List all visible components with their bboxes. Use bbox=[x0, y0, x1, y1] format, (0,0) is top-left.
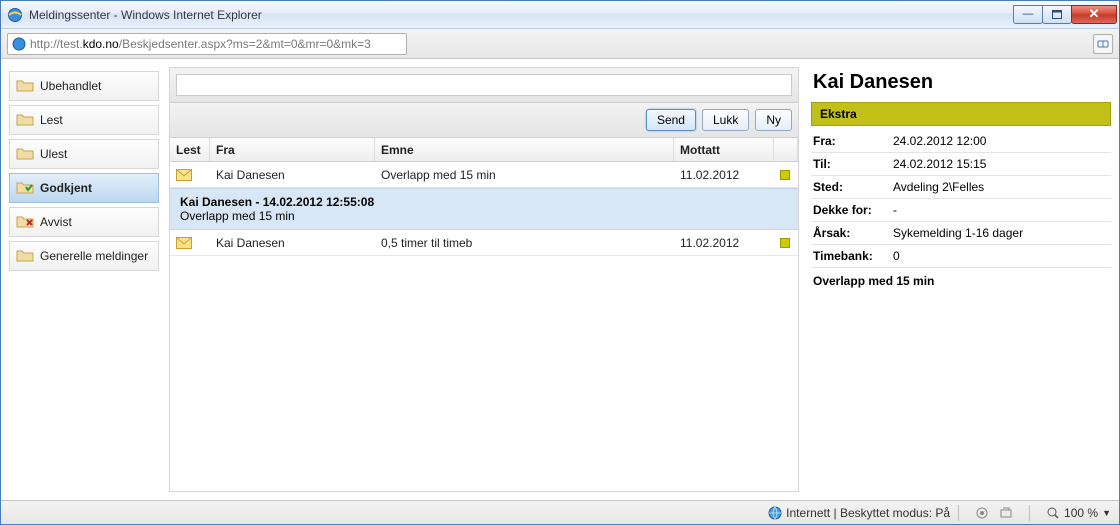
zone-text: Internett | Beskyttet modus: På bbox=[786, 506, 950, 520]
col-fra[interactable]: Fra bbox=[210, 138, 375, 161]
sidebar-item-lest[interactable]: Lest bbox=[9, 105, 159, 135]
message-grid: Lest Fra Emne Mottatt Kai Danesen Overla… bbox=[170, 138, 798, 256]
fra-label: Fra: bbox=[813, 134, 893, 148]
message-list-panel: Send Lukk Ny Lest Fra Emne Mottatt Kai D… bbox=[169, 67, 799, 492]
detail-header: Kai Danesen - 14.02.2012 12:55:08 bbox=[180, 195, 788, 209]
col-mottatt[interactable]: Mottatt bbox=[674, 138, 774, 161]
page-content: Ubehandlet Lest Ulest Godkjent Avvist Ge… bbox=[1, 59, 1119, 500]
chevron-down-icon: ▼ bbox=[1102, 508, 1111, 518]
sidebar-item-label: Lest bbox=[40, 113, 63, 127]
til-value: 24.02.2012 15:15 bbox=[893, 157, 986, 171]
sidebar-item-generelle[interactable]: Generelle meldinger bbox=[9, 241, 159, 271]
window-buttons: — ✕ bbox=[1014, 5, 1117, 24]
arsak-value: Sykemelding 1-16 dager bbox=[893, 226, 1023, 240]
folder-reject-icon bbox=[16, 215, 34, 229]
sidebar-item-ulest[interactable]: Ulest bbox=[9, 139, 159, 169]
address-bar: http://test.kdo.no/Beskjedsenter.aspx?ms… bbox=[1, 29, 1119, 59]
folder-icon bbox=[16, 147, 34, 161]
ie-favicon bbox=[7, 7, 23, 23]
message-row[interactable]: Kai Danesen 0,5 timer til timeb 11.02.20… bbox=[170, 230, 798, 256]
folder-icon bbox=[16, 79, 34, 93]
arsak-label: Årsak: bbox=[813, 226, 893, 240]
sidebar-item-label: Avvist bbox=[40, 215, 72, 229]
row-mottatt: 11.02.2012 bbox=[674, 236, 774, 250]
page-icon bbox=[12, 37, 26, 51]
sidebar-item-godkjent[interactable]: Godkjent bbox=[9, 173, 159, 203]
detail-panel: Kai Danesen Ekstra Fra:24.02.2012 12:00 … bbox=[811, 67, 1111, 492]
col-emne[interactable]: Emne bbox=[375, 138, 674, 161]
sidebar-item-label: Generelle meldinger bbox=[40, 249, 148, 263]
zoom-control[interactable]: 100 % ▼ bbox=[1038, 506, 1119, 520]
sted-label: Sted: bbox=[813, 180, 893, 194]
minimize-button[interactable]: — bbox=[1013, 5, 1043, 24]
sidebar-item-ubehandlet[interactable]: Ubehandlet bbox=[9, 71, 159, 101]
close-button[interactable]: ✕ bbox=[1071, 5, 1117, 24]
detail-extra: Overlapp med 15 min bbox=[811, 268, 1111, 294]
sted-value: Avdeling 2\Felles bbox=[893, 180, 984, 194]
detail-title: Kai Danesen bbox=[811, 67, 1111, 102]
action-buttons: Send Lukk Ny bbox=[170, 103, 798, 138]
message-row[interactable]: Kai Danesen Overlapp med 15 min 11.02.20… bbox=[170, 162, 798, 188]
fra-value: 24.02.2012 12:00 bbox=[893, 134, 986, 148]
grid-header: Lest Fra Emne Mottatt bbox=[170, 138, 798, 162]
sidebar-item-label: Ubehandlet bbox=[40, 79, 101, 93]
row-mottatt: 11.02.2012 bbox=[674, 168, 774, 182]
titlebar: Meldingssenter - Windows Internet Explor… bbox=[1, 1, 1119, 29]
dekke-value: - bbox=[893, 203, 897, 217]
globe-icon bbox=[768, 506, 782, 520]
sidebar-item-label: Ulest bbox=[40, 147, 67, 161]
sidebar-item-label: Godkjent bbox=[40, 181, 92, 195]
dekke-label: Dekke for: bbox=[813, 203, 893, 217]
col-flag bbox=[774, 138, 798, 161]
detail-banner: Ekstra bbox=[811, 102, 1111, 126]
url-path: /Beskjedsenter.aspx?ms=2&mt=0&mr=0&mk=3 bbox=[119, 37, 371, 51]
popup-blocker-icon[interactable] bbox=[999, 506, 1013, 520]
url-display[interactable]: http://test.kdo.no/Beskjedsenter.aspx?ms… bbox=[7, 33, 407, 55]
send-button[interactable]: Send bbox=[646, 109, 696, 131]
row-fra: Kai Danesen bbox=[210, 168, 375, 182]
status-bar: Internett | Beskyttet modus: På 100 % ▼ bbox=[1, 500, 1119, 524]
folder-check-icon bbox=[16, 181, 34, 195]
til-label: Til: bbox=[813, 157, 893, 171]
main-area: Send Lukk Ny Lest Fra Emne Mottatt Kai D… bbox=[169, 67, 1111, 492]
protected-mode-icon[interactable] bbox=[975, 506, 989, 520]
folder-icon bbox=[16, 113, 34, 127]
detail-body: Overlapp med 15 min bbox=[180, 209, 788, 223]
mail-icon bbox=[176, 169, 192, 181]
timebank-label: Timebank: bbox=[813, 249, 893, 263]
row-emne: Overlapp med 15 min bbox=[375, 168, 674, 182]
zoom-value: 100 % bbox=[1064, 506, 1098, 520]
maximize-button[interactable] bbox=[1042, 5, 1072, 24]
col-lest[interactable]: Lest bbox=[170, 138, 210, 161]
new-button[interactable]: Ny bbox=[755, 109, 792, 131]
url-host: kdo.no bbox=[83, 37, 119, 51]
mail-icon bbox=[176, 237, 192, 249]
detail-fields: Fra:24.02.2012 12:00 Til:24.02.2012 15:1… bbox=[811, 130, 1111, 294]
maximize-icon bbox=[1052, 10, 1062, 19]
ie-window: Meldingssenter - Windows Internet Explor… bbox=[0, 0, 1120, 525]
search-toolbar bbox=[170, 68, 798, 103]
message-detail: Kai Danesen - 14.02.2012 12:55:08 Overla… bbox=[170, 188, 798, 230]
status-flag bbox=[780, 238, 790, 248]
zoom-icon bbox=[1046, 506, 1060, 520]
window-title: Meldingssenter - Windows Internet Explor… bbox=[29, 8, 262, 22]
compat-icon bbox=[1097, 38, 1109, 50]
sidebar-item-avvist[interactable]: Avvist bbox=[9, 207, 159, 237]
folder-icon bbox=[16, 249, 34, 263]
compat-view-button[interactable] bbox=[1093, 34, 1113, 54]
timebank-value: 0 bbox=[893, 249, 900, 263]
row-emne: 0,5 timer til timeb bbox=[375, 236, 674, 250]
row-fra: Kai Danesen bbox=[210, 236, 375, 250]
close-panel-button[interactable]: Lukk bbox=[702, 109, 749, 131]
url-prefix: http://test. bbox=[30, 37, 83, 51]
status-flag bbox=[780, 170, 790, 180]
sidebar: Ubehandlet Lest Ulest Godkjent Avvist Ge… bbox=[9, 67, 159, 492]
search-input[interactable] bbox=[176, 74, 792, 96]
